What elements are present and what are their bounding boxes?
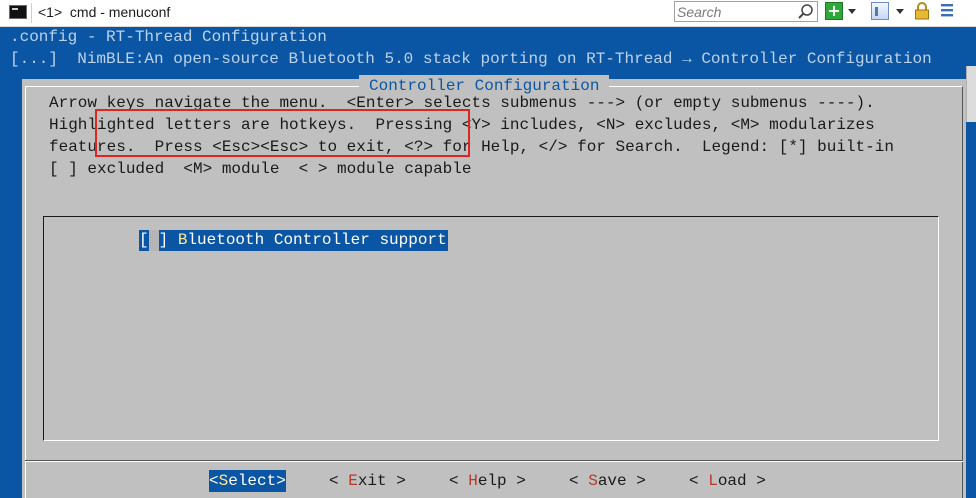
select-label: elect> bbox=[228, 472, 286, 490]
load-bracket: < bbox=[689, 472, 709, 490]
save-bracket: < bbox=[569, 472, 589, 490]
menu-icon[interactable] bbox=[940, 2, 954, 18]
load-label: oad > bbox=[717, 472, 766, 490]
exit-button[interactable]: < Exit > bbox=[329, 470, 406, 492]
select-hotkey: S bbox=[218, 472, 229, 490]
text-cursor bbox=[148, 230, 159, 251]
button-divider bbox=[25, 460, 963, 462]
save-label: ave > bbox=[597, 472, 646, 490]
title-bar: <1> cmd - menuconf + bbox=[0, 0, 976, 27]
search-box[interactable] bbox=[674, 1, 818, 22]
select-button[interactable]: <Select> bbox=[209, 470, 286, 492]
menu-list: [] Bluetooth Controller support bbox=[43, 216, 939, 441]
add-console-icon[interactable]: + bbox=[825, 2, 843, 20]
checkbox-close: ] bbox=[158, 231, 178, 249]
console-icon bbox=[9, 5, 27, 19]
save-hotkey: S bbox=[588, 472, 598, 490]
exit-bracket: < bbox=[329, 472, 349, 490]
exit-label: xit > bbox=[357, 472, 406, 490]
checkbox-open: [ bbox=[139, 231, 149, 249]
breadcrumb: [...] NimBLE:An open-source Bluetooth 5.… bbox=[10, 50, 932, 68]
window-title: <1> cmd - menuconf bbox=[38, 4, 171, 20]
menu-item-hotkey: B bbox=[177, 231, 188, 249]
scrollbar[interactable] bbox=[966, 66, 976, 122]
window-icon[interactable] bbox=[871, 2, 889, 20]
help-line-4: [ ] excluded <M> module < > module capab… bbox=[49, 160, 472, 178]
help-hotkey: H bbox=[468, 472, 478, 490]
config-path: .config - RT-Thread Configuration bbox=[10, 28, 327, 46]
menu-item-bluetooth-controller-support[interactable]: [] Bluetooth Controller support bbox=[139, 230, 448, 251]
console-area[interactable]: .config - RT-Thread Configuration [...] … bbox=[0, 27, 976, 498]
load-button[interactable]: < Load > bbox=[689, 470, 766, 492]
annotation-highlight-box bbox=[95, 109, 470, 157]
lock-icon[interactable] bbox=[914, 2, 930, 20]
title-separator bbox=[31, 3, 32, 23]
add-console-dropdown-icon[interactable] bbox=[848, 9, 856, 14]
select-bracket: < bbox=[209, 472, 219, 490]
help-button[interactable]: < Help > bbox=[449, 470, 526, 492]
search-input[interactable] bbox=[677, 3, 795, 20]
help-bracket: < bbox=[449, 472, 469, 490]
search-icon[interactable] bbox=[797, 3, 815, 20]
save-button[interactable]: < Save > bbox=[569, 470, 646, 492]
load-hotkey: L bbox=[708, 472, 718, 490]
help-label: elp > bbox=[477, 472, 526, 490]
window-dropdown-icon[interactable] bbox=[896, 9, 904, 14]
menu-item-label: luetooth Controller support bbox=[187, 231, 447, 249]
exit-hotkey: E bbox=[348, 472, 358, 490]
